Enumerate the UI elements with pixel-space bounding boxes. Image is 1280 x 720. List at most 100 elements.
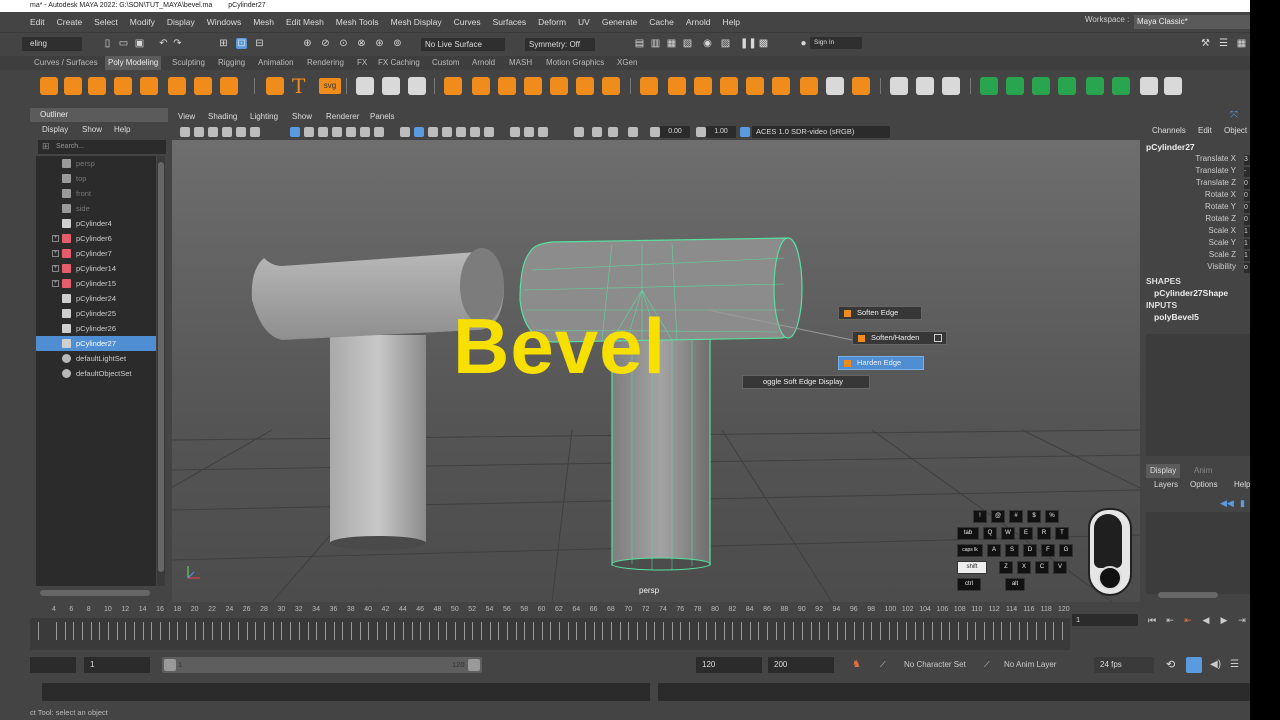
- menu-select[interactable]: Select: [94, 17, 118, 27]
- select-hierarchy-icon[interactable]: ⊞: [218, 38, 229, 49]
- play-forwards-icon[interactable]: ▶: [1218, 614, 1230, 626]
- shelf-tab-rigging[interactable]: Rigging: [218, 56, 245, 70]
- menu-mesh-display[interactable]: Mesh Display: [391, 17, 442, 27]
- channel-attribute-name[interactable]: Scale Z: [1209, 250, 1236, 259]
- viewport-menu-show[interactable]: Show: [292, 110, 312, 124]
- shelf-tab-mash[interactable]: MASH: [509, 56, 532, 70]
- shelf-tab-animation[interactable]: Animation: [258, 56, 294, 70]
- outliner-filter-icon[interactable]: ⊞: [42, 141, 50, 152]
- exposure-field[interactable]: 0.00: [660, 126, 690, 138]
- character-set-icon[interactable]: ⟋: [880, 657, 886, 673]
- multi-cut-icon[interactable]: [890, 77, 908, 95]
- poly-platonic-icon[interactable]: [220, 77, 238, 95]
- expand-icon[interactable]: +: [52, 235, 59, 242]
- range-end-handle[interactable]: [468, 659, 480, 671]
- animation-end-field[interactable]: 200: [768, 657, 834, 673]
- outliner-item[interactable]: defaultObjectSet: [36, 366, 156, 381]
- select-component-icon[interactable]: ⊟: [254, 38, 265, 49]
- camera-attributes-icon[interactable]: [194, 127, 204, 137]
- image-plane-icon[interactable]: [222, 127, 232, 137]
- mirror-icon[interactable]: [498, 77, 516, 95]
- poly-plane-icon[interactable]: [168, 77, 186, 95]
- outliner-item[interactable]: pCylinder27: [36, 336, 156, 351]
- marking-menu-toggle-soft-edge[interactable]: oggle Soft Edge Display: [742, 375, 870, 389]
- playback-range-bar[interactable]: 1 120: [162, 657, 482, 673]
- outliner-item[interactable]: pCylinder24: [36, 291, 156, 306]
- menu-create[interactable]: Create: [57, 17, 83, 27]
- wedge-icon[interactable]: [746, 77, 764, 95]
- attribute-editor-icon[interactable]: ☰: [1218, 38, 1229, 49]
- perspective-viewport[interactable]: persp Soften Edge Soften/Harden Harden E…: [172, 140, 1140, 602]
- redo-icon[interactable]: ↷: [172, 38, 183, 49]
- shelf-tab-rendering[interactable]: Rendering: [307, 56, 344, 70]
- marking-menu-soften-edge[interactable]: Soften Edge: [838, 306, 922, 320]
- time-ruler[interactable]: [30, 618, 1070, 650]
- poly-sphere-icon[interactable]: [40, 77, 58, 95]
- poly-torus-icon[interactable]: [140, 77, 158, 95]
- menu-help[interactable]: Help: [722, 17, 739, 27]
- channel-box-toggle-icon[interactable]: ▦: [1236, 38, 1247, 49]
- viewport-menu-panels[interactable]: Panels: [370, 110, 394, 124]
- pause-render-icon[interactable]: ❚❚: [740, 38, 757, 49]
- layer-menu-help[interactable]: Help: [1234, 480, 1250, 489]
- 2d-pan-zoom-icon[interactable]: [236, 127, 246, 137]
- outliner-menu-show[interactable]: Show: [82, 122, 102, 138]
- gamma-field[interactable]: 1.00: [706, 126, 736, 138]
- shelf-tab-xgen[interactable]: XGen: [617, 56, 637, 70]
- unfold-uv-icon[interactable]: [1086, 77, 1104, 95]
- render-settings-icon[interactable]: ▧: [682, 38, 693, 49]
- poly-super-shape-icon[interactable]: [266, 77, 284, 95]
- shelf-tab-motion-graphics[interactable]: Motion Graphics: [546, 56, 604, 70]
- render-view-icon[interactable]: ▨: [720, 38, 731, 49]
- grid-icon[interactable]: [290, 127, 300, 137]
- sound-icon[interactable]: ◀): [1210, 657, 1221, 673]
- menu-mesh[interactable]: Mesh: [253, 17, 274, 27]
- step-forward-key-icon[interactable]: ⇥: [1236, 614, 1248, 626]
- collapse-icon[interactable]: [800, 77, 818, 95]
- playback-end-field[interactable]: 120: [696, 657, 762, 673]
- ambient-occlusion-icon[interactable]: [484, 127, 494, 137]
- textured-icon[interactable]: [442, 127, 452, 137]
- go-to-start-icon[interactable]: ⏮: [1146, 614, 1158, 626]
- fps-select[interactable]: 24 fps: [1094, 657, 1154, 673]
- planar-uv-icon[interactable]: [1006, 77, 1024, 95]
- channel-menu-object[interactable]: Object: [1224, 126, 1247, 135]
- exposure-icon[interactable]: [650, 127, 660, 137]
- menu-arnold[interactable]: Arnold: [686, 17, 711, 27]
- channel-box-tool-icon[interactable]: ⤧: [1230, 110, 1238, 121]
- outliner-item[interactable]: pCylinder25: [36, 306, 156, 321]
- outliner-item[interactable]: pCylinder26: [36, 321, 156, 336]
- outliner-scrollbar[interactable]: [157, 156, 165, 586]
- viewport-menu-renderer[interactable]: Renderer: [326, 110, 359, 124]
- character-set-select[interactable]: No Character Set: [904, 657, 966, 673]
- viewport-menu-shading[interactable]: Shading: [208, 110, 237, 124]
- depth-of-field-icon[interactable]: [538, 127, 548, 137]
- anti-aliasing-icon[interactable]: [524, 127, 534, 137]
- marking-menu-soften-harden[interactable]: Soften/Harden: [852, 331, 947, 345]
- snap-curve-icon[interactable]: ⊘: [320, 38, 331, 49]
- chamfer-icon[interactable]: [772, 77, 790, 95]
- hypershade-icon[interactable]: ◉: [702, 38, 713, 49]
- render-sequence-icon[interactable]: ▥: [650, 38, 661, 49]
- shape-node[interactable]: pCylinder27Shape: [1154, 288, 1228, 298]
- user-icon[interactable]: ●: [798, 38, 809, 49]
- save-scene-icon[interactable]: ▣: [134, 38, 145, 49]
- channel-attribute-name[interactable]: Rotate Y: [1205, 202, 1236, 211]
- channel-attribute-name[interactable]: Rotate X: [1205, 190, 1236, 199]
- outliner-item[interactable]: persp: [36, 156, 156, 171]
- channel-menu-channels[interactable]: Channels: [1152, 126, 1186, 135]
- separate-icon[interactable]: [382, 77, 400, 95]
- snap-surface-icon[interactable]: ⊛: [374, 38, 385, 49]
- animation-start-field[interactable]: [30, 657, 76, 673]
- smooth-icon[interactable]: [444, 77, 462, 95]
- menu-display[interactable]: Display: [167, 17, 195, 27]
- shelf-tab-custom[interactable]: Custom: [432, 56, 460, 70]
- input-node[interactable]: polyBevel5: [1154, 312, 1199, 322]
- motion-blur-icon[interactable]: [510, 127, 520, 137]
- outliner-item[interactable]: front: [36, 186, 156, 201]
- outliner-item[interactable]: + pCylinder6: [36, 231, 156, 246]
- render-frame-icon[interactable]: ▤: [634, 38, 645, 49]
- xray-icon[interactable]: [592, 127, 602, 137]
- menu-edit-mesh[interactable]: Edit Mesh: [286, 17, 324, 27]
- anim-layer-icon[interactable]: ⟋: [984, 657, 990, 673]
